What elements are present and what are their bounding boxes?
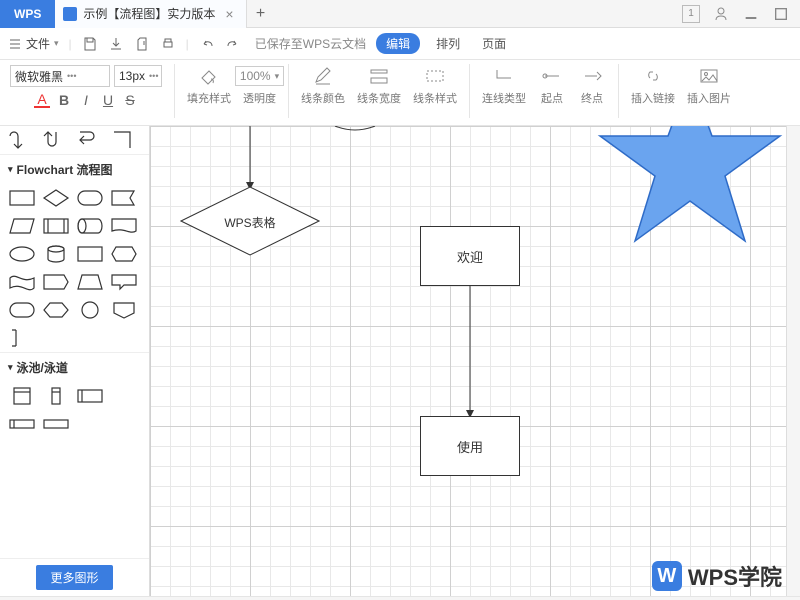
print-button[interactable] xyxy=(160,36,176,52)
shape-uturn-down[interactable] xyxy=(42,130,70,150)
watermark: W WPS学院 xyxy=(652,560,782,592)
shape-tape[interactable] xyxy=(8,272,36,292)
font-family-select[interactable]: 微软雅黑••• xyxy=(10,65,110,87)
titlebar: WPS 示例【流程图】实力版本 × + 1 xyxy=(0,0,800,28)
line-color-group[interactable]: 线条颜色 xyxy=(297,64,349,106)
minimize-button[interactable] xyxy=(742,5,760,23)
document-tab[interactable]: 示例【流程图】实力版本 × xyxy=(55,0,246,28)
more-shapes-button[interactable]: 更多图形 xyxy=(36,565,112,590)
italic-button[interactable]: I xyxy=(78,92,94,108)
shape-lane-v[interactable] xyxy=(42,386,70,406)
image-icon xyxy=(695,64,723,88)
save-button[interactable] xyxy=(82,36,98,52)
new-tab-button[interactable]: + xyxy=(247,0,275,28)
shape-ellipse[interactable] xyxy=(8,244,36,264)
fill-icon xyxy=(195,64,223,88)
shape-flag[interactable] xyxy=(110,188,138,208)
font-size-select[interactable]: 13px••• xyxy=(114,65,162,87)
arrow-end-group[interactable]: 终点 xyxy=(574,64,610,106)
welcome-node[interactable]: 欢迎 xyxy=(420,226,520,286)
wps-brand[interactable]: WPS xyxy=(0,0,55,28)
underline-button[interactable]: U xyxy=(100,92,116,108)
shape-lane-h1[interactable] xyxy=(8,414,36,434)
shape-circle[interactable] xyxy=(76,300,104,320)
use-node[interactable]: 使用 xyxy=(420,416,520,476)
shape-diamond[interactable] xyxy=(42,188,70,208)
shape-row xyxy=(0,126,149,154)
shape-offpage[interactable] xyxy=(110,300,138,320)
shape-hexagon[interactable] xyxy=(110,244,138,264)
line-width-icon xyxy=(365,64,393,88)
shape-trapezoid[interactable] xyxy=(76,272,104,292)
titlebar-controls: 1 xyxy=(682,5,800,23)
shape-rect[interactable] xyxy=(8,188,36,208)
insert-link-group[interactable]: 插入链接 xyxy=(627,64,679,106)
line-style-group[interactable]: 线条样式 xyxy=(409,64,461,106)
file-menu[interactable]: 文件 ▾ xyxy=(8,35,59,52)
swimlane-section-header[interactable]: ▾泳池/泳道 xyxy=(0,352,149,382)
arrow-start-group[interactable]: 起点 xyxy=(534,64,570,106)
menubar: 文件 ▾ | | 已保存至WPS云文档 编辑 排列 页面 xyxy=(0,28,800,60)
export-button[interactable] xyxy=(134,36,150,52)
arrow-start-icon xyxy=(538,64,566,88)
font-group: 微软雅黑••• 13px••• A B I U S xyxy=(6,64,166,110)
notification-icon[interactable]: 1 xyxy=(682,5,700,23)
status-bar xyxy=(0,596,800,600)
edit-mode-button[interactable]: 编辑 xyxy=(376,33,420,54)
arrange-menu[interactable]: 排列 xyxy=(430,35,466,52)
shape-uturn-left[interactable] xyxy=(8,130,36,150)
shape-subprocess[interactable] xyxy=(42,216,70,236)
strike-button[interactable]: S xyxy=(122,92,138,108)
canvas[interactable]: WPS表格 欢迎 使用 xyxy=(150,126,800,596)
redo-button[interactable] xyxy=(225,36,241,52)
shape-octagon[interactable] xyxy=(42,300,70,320)
connector-icon xyxy=(490,64,518,88)
tab-title: 示例【流程图】实力版本 xyxy=(83,5,215,22)
shape-pool-h[interactable] xyxy=(76,386,104,406)
opacity-group[interactable]: 100%▾ 透明度 xyxy=(239,64,280,106)
connector-type-group[interactable]: 连线类型 xyxy=(478,64,530,106)
shape-lane-h2[interactable] xyxy=(42,414,70,434)
shape-document[interactable] xyxy=(110,216,138,236)
main-area: ▾Flowchart 流程图 ▾泳池/泳道 更多图形 WPS表格 xyxy=(0,126,800,596)
undo-button[interactable] xyxy=(199,36,215,52)
fill-group[interactable]: 填充样式 xyxy=(183,64,235,106)
line-style-icon xyxy=(421,64,449,88)
shape-bracket[interactable] xyxy=(8,328,36,348)
cloud-status: 已保存至WPS云文档 xyxy=(255,35,366,52)
link-icon xyxy=(639,64,667,88)
shape-roundrect[interactable] xyxy=(76,188,104,208)
shape-uturn-right[interactable] xyxy=(76,130,104,150)
shape-sidebar: ▾Flowchart 流程图 ▾泳池/泳道 更多图形 xyxy=(0,126,150,596)
decision-node[interactable]: WPS表格 xyxy=(180,186,320,259)
shape-pentagon[interactable] xyxy=(42,272,70,292)
shape-cylinder-h[interactable] xyxy=(76,216,104,236)
shape-cylinder-v[interactable] xyxy=(42,244,70,264)
bold-button[interactable]: B xyxy=(56,92,72,108)
font-color-button[interactable]: A xyxy=(34,92,50,108)
arrow-end-icon xyxy=(578,64,606,88)
flowchart-section-header[interactable]: ▾Flowchart 流程图 xyxy=(0,154,149,184)
shape-rect2[interactable] xyxy=(76,244,104,264)
shape-parallelogram[interactable] xyxy=(8,216,36,236)
doc-icon xyxy=(63,7,77,21)
format-toolbar: 微软雅黑••• 13px••• A B I U S 填充样式 100%▾ 透明度… xyxy=(0,60,800,126)
right-panel-collapsed[interactable] xyxy=(786,126,800,596)
download-button[interactable] xyxy=(108,36,124,52)
tab-strip: 示例【流程图】实力版本 × + xyxy=(55,0,274,28)
wps-logo-icon: W xyxy=(652,561,682,591)
user-icon[interactable] xyxy=(712,5,730,23)
shape-terminator[interactable] xyxy=(8,300,36,320)
star-shape[interactable] xyxy=(590,126,790,249)
shape-corner[interactable] xyxy=(110,130,138,150)
close-tab-icon[interactable]: × xyxy=(221,6,237,22)
line-width-group[interactable]: 线条宽度 xyxy=(353,64,405,106)
page-menu[interactable]: 页面 xyxy=(476,35,512,52)
shape-callout[interactable] xyxy=(110,272,138,292)
insert-image-group[interactable]: 插入图片 xyxy=(683,64,735,106)
maximize-button[interactable] xyxy=(772,5,790,23)
shape-pool-v[interactable] xyxy=(8,386,36,406)
pencil-icon xyxy=(309,64,337,88)
